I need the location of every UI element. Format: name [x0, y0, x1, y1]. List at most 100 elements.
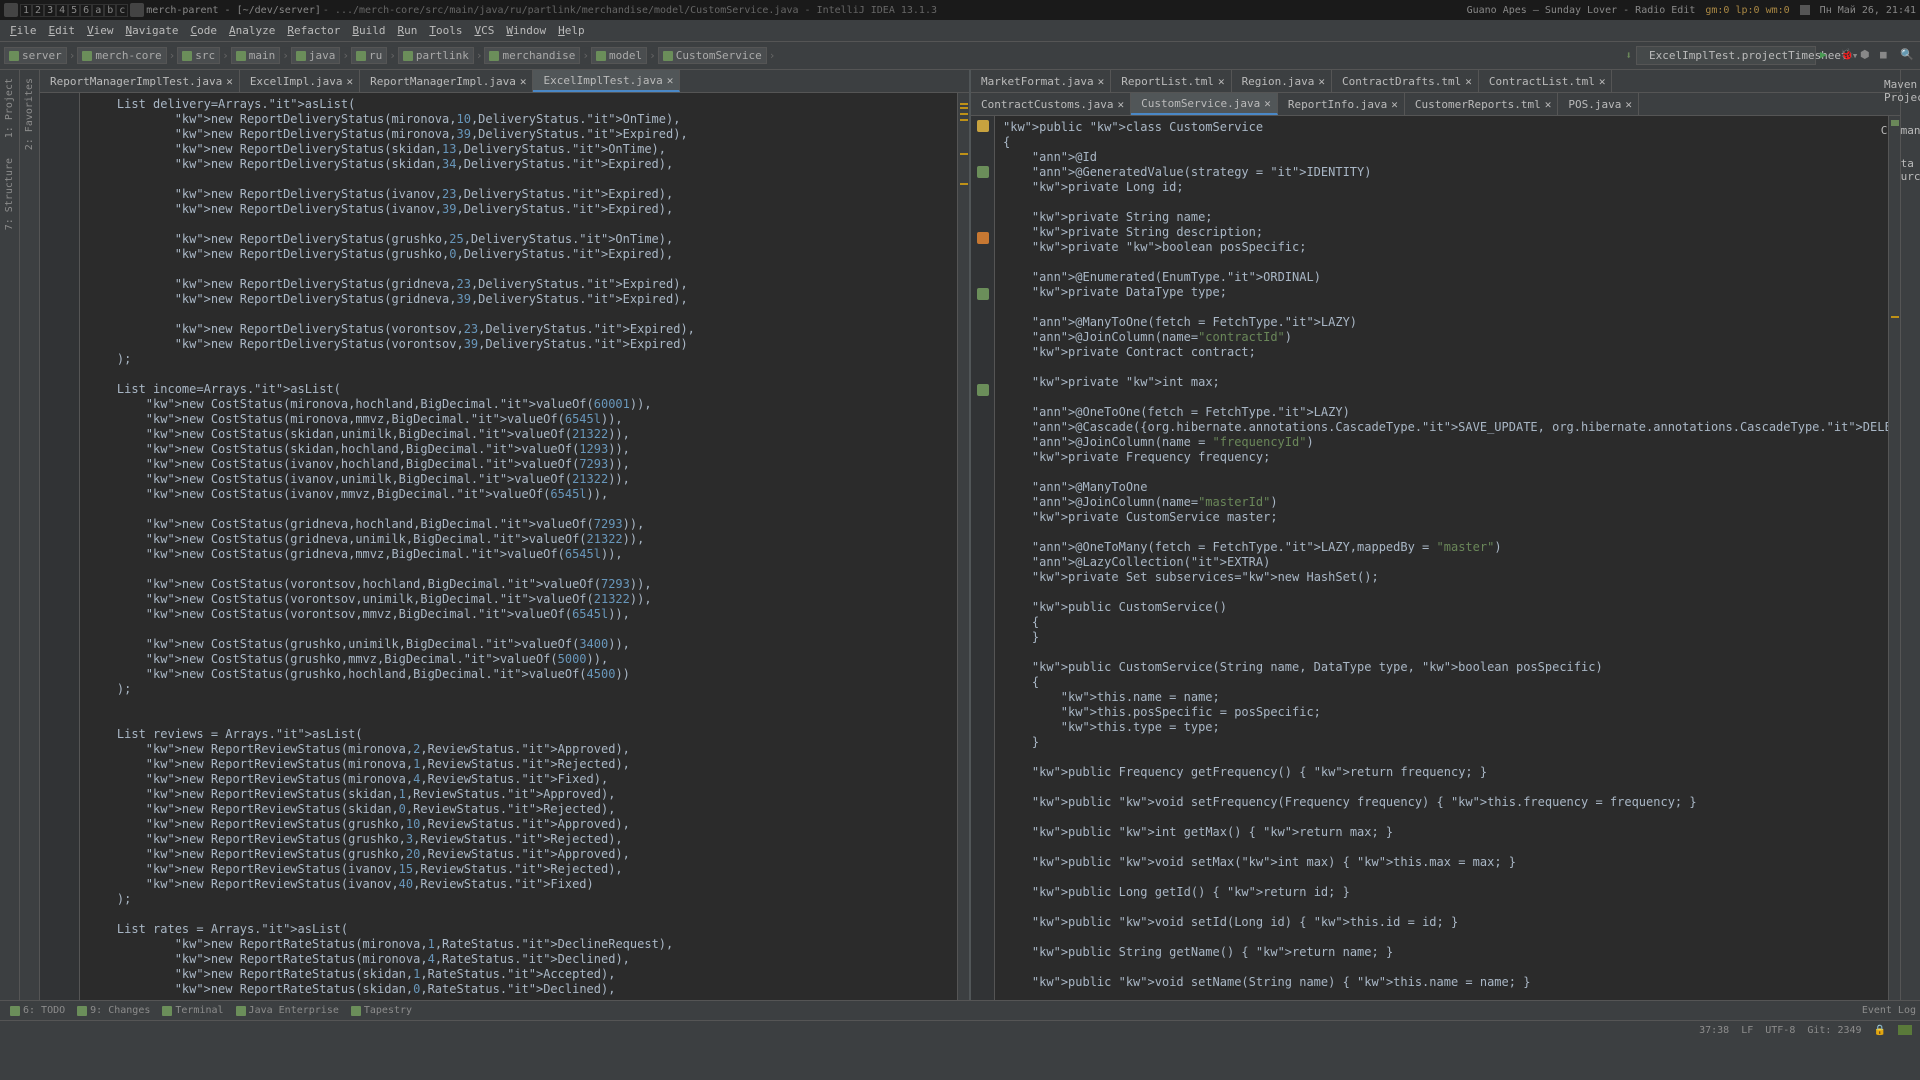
- tool-icon: [10, 1006, 20, 1016]
- crumb-partlink[interactable]: partlink: [398, 47, 474, 64]
- editor-tab[interactable]: ReportManagerImplTest.java✕: [40, 70, 240, 92]
- toolwindow-Java-Enterprise[interactable]: Java Enterprise: [230, 1003, 345, 1018]
- editor-tab[interactable]: MarketFormat.java✕: [971, 70, 1111, 92]
- net-status: gm:0 lp:0 wm:0: [1705, 5, 1789, 16]
- left-code-area[interactable]: List delivery=Arrays."it">asList( "kw">n…: [80, 93, 957, 1000]
- close-icon[interactable]: ✕: [347, 75, 354, 88]
- close-icon[interactable]: ✕: [1391, 98, 1398, 111]
- editor-tab[interactable]: CustomService.java✕: [1131, 93, 1278, 115]
- close-icon[interactable]: ✕: [1218, 75, 1225, 88]
- editor-tab[interactable]: ReportManagerImpl.java✕: [360, 70, 533, 92]
- left-toolwindow-bar2: 2: Favorites: [20, 70, 40, 1000]
- crumb-ru[interactable]: ru: [351, 47, 387, 64]
- right-code-area[interactable]: "kw">public "kw">class CustomService { "…: [995, 116, 1888, 1000]
- editor-tab[interactable]: ContractCustoms.java✕: [971, 93, 1131, 115]
- toolwindow-Maven-Projects[interactable]: Maven Projects: [1884, 78, 1920, 104]
- search-icon[interactable]: 🔍: [1900, 48, 1916, 64]
- close-icon[interactable]: ✕: [1599, 75, 1606, 88]
- run-button[interactable]: ▶: [1820, 48, 1836, 64]
- folder-icon: [9, 51, 19, 61]
- close-icon[interactable]: ✕: [520, 75, 527, 88]
- toolwindow-1-Project[interactable]: 1: Project: [4, 78, 15, 138]
- tray-icon[interactable]: [1800, 5, 1810, 15]
- coverage-button[interactable]: ⬢: [1860, 48, 1876, 64]
- folder-icon: [403, 51, 413, 61]
- editor-tab[interactable]: ExcelImplTest.java✕: [533, 70, 680, 92]
- editor-tab[interactable]: CustomerReports.tml✕: [1405, 93, 1558, 115]
- gutter-override-icon[interactable]: [977, 166, 989, 178]
- editor-tab[interactable]: Region.java✕: [1232, 70, 1332, 92]
- gutter-override-icon[interactable]: [977, 384, 989, 396]
- folder-icon: [296, 51, 306, 61]
- menu-build[interactable]: Build: [346, 22, 391, 39]
- toolwindow-Tapestry[interactable]: Tapestry: [345, 1003, 418, 1018]
- right-editor-tabs-top: MarketFormat.java✕ReportList.tml✕Region.…: [971, 70, 1900, 93]
- crumb-src[interactable]: src: [177, 47, 220, 64]
- close-icon[interactable]: ✕: [1465, 75, 1472, 88]
- close-icon[interactable]: ✕: [1318, 75, 1325, 88]
- toolwindow-2-Favorites[interactable]: 2: Favorites: [24, 78, 35, 150]
- editor-tab[interactable]: ExcelImpl.java✕: [240, 70, 360, 92]
- build-icon[interactable]: ⬇: [1625, 49, 1632, 62]
- editor-tab[interactable]: ReportInfo.java✕: [1278, 93, 1405, 115]
- close-icon[interactable]: ✕: [1117, 98, 1124, 111]
- folder-icon: [489, 51, 499, 61]
- gutter-impl-icon[interactable]: [977, 232, 989, 244]
- folder-icon: [356, 51, 366, 61]
- git-branch[interactable]: Git: 2349: [1807, 1025, 1861, 1036]
- left-toolwindow-bar: 1: Project 7: Structure: [0, 70, 20, 1000]
- crumb-CustomService[interactable]: CustomService: [658, 47, 767, 64]
- system-menu-icon[interactable]: [4, 3, 18, 17]
- file-encoding[interactable]: UTF-8: [1765, 1025, 1795, 1036]
- event-log-button[interactable]: Event Log: [1862, 1005, 1916, 1016]
- gutter-class-icon[interactable]: [977, 120, 989, 132]
- menu-tools[interactable]: Tools: [423, 22, 468, 39]
- left-gutter: [40, 93, 80, 1000]
- toolwindow-6-TODO[interactable]: 6: TODO: [4, 1003, 71, 1018]
- ide-toolbar: server›merch-core›src›main›java›ru›partl…: [0, 42, 1920, 70]
- toolwindow-7-Structure[interactable]: 7: Structure: [4, 158, 15, 230]
- crumb-merchandise[interactable]: merchandise: [484, 47, 580, 64]
- gutter-override-icon[interactable]: [977, 288, 989, 300]
- clock: Пн Май 26, 21:41: [1820, 5, 1916, 16]
- menu-help[interactable]: Help: [552, 22, 591, 39]
- app-icon[interactable]: [130, 3, 144, 17]
- editor-tab[interactable]: ContractDrafts.tml✕: [1332, 70, 1479, 92]
- stop-button[interactable]: ■: [1880, 48, 1896, 64]
- toolwindow-9-Changes[interactable]: 9: Changes: [71, 1003, 156, 1018]
- editor-tab[interactable]: ReportList.tml✕: [1111, 70, 1231, 92]
- crumb-java[interactable]: java: [291, 47, 341, 64]
- close-icon[interactable]: ✕: [226, 75, 233, 88]
- close-icon[interactable]: ✕: [1098, 75, 1105, 88]
- menu-run[interactable]: Run: [391, 22, 423, 39]
- menu-navigate[interactable]: Navigate: [120, 22, 185, 39]
- crumb-model[interactable]: model: [591, 47, 647, 64]
- left-marker-bar[interactable]: [957, 93, 969, 1000]
- menu-window[interactable]: Window: [500, 22, 552, 39]
- toolwindow-Terminal[interactable]: Terminal: [156, 1003, 229, 1018]
- crumb-server[interactable]: server: [4, 47, 67, 64]
- editor-tab[interactable]: POS.java✕: [1558, 93, 1639, 115]
- menu-edit[interactable]: Edit: [43, 22, 82, 39]
- crumb-merch-core[interactable]: merch-core: [77, 47, 166, 64]
- memory-indicator[interactable]: [1898, 1025, 1912, 1035]
- close-icon[interactable]: ✕: [1625, 98, 1632, 111]
- right-marker-bar[interactable]: [1888, 116, 1900, 1000]
- menu-file[interactable]: File: [4, 22, 43, 39]
- lock-icon[interactable]: 🔒: [1874, 1025, 1886, 1036]
- run-config-selector[interactable]: ExcelImplTest.projectTimesheet ▾: [1636, 46, 1816, 65]
- menu-analyze[interactable]: Analyze: [223, 22, 281, 39]
- menu-view[interactable]: View: [81, 22, 120, 39]
- menu-refactor[interactable]: Refactor: [281, 22, 346, 39]
- close-icon[interactable]: ✕: [667, 74, 674, 87]
- menu-vcs[interactable]: VCS: [468, 22, 500, 39]
- debug-button[interactable]: 🐞: [1840, 48, 1856, 64]
- folder-icon: [182, 51, 192, 61]
- toolwindow-Commander[interactable]: Commander: [1881, 124, 1920, 137]
- crumb-main[interactable]: main: [231, 47, 281, 64]
- close-icon[interactable]: ✕: [1545, 98, 1552, 111]
- close-icon[interactable]: ✕: [1264, 97, 1271, 110]
- menu-code[interactable]: Code: [184, 22, 223, 39]
- editor-tab[interactable]: ContractList.tml✕: [1479, 70, 1613, 92]
- line-separator[interactable]: LF: [1741, 1025, 1753, 1036]
